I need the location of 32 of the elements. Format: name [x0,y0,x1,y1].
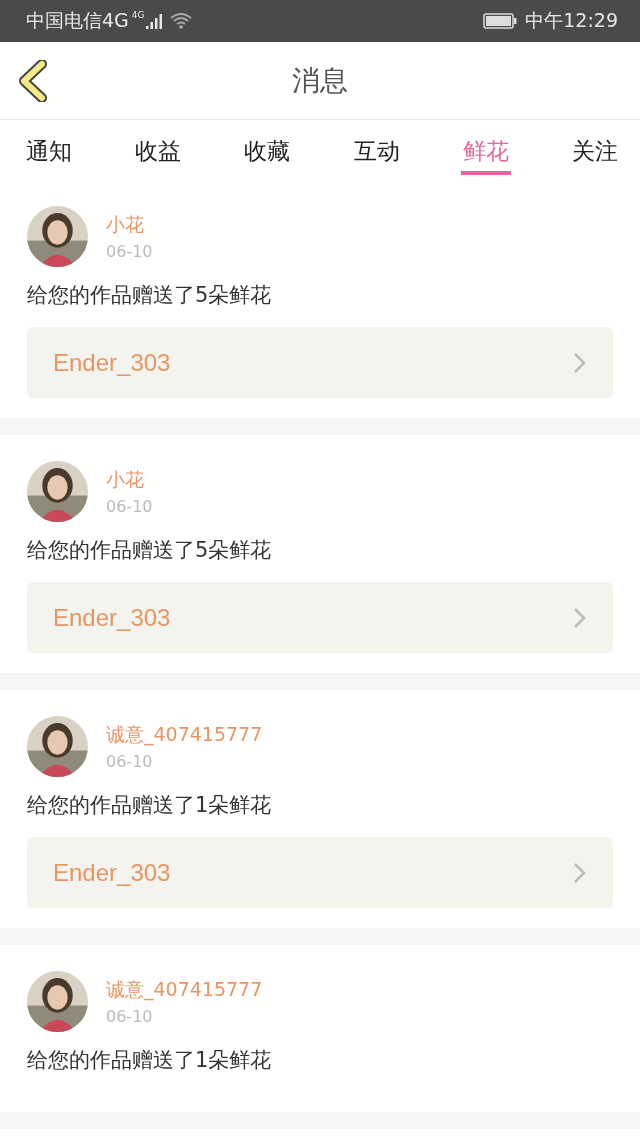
message-text: 给您的作品赠送了1朵鲜花 [27,1047,273,1074]
page-title: 消息 [292,62,348,99]
clock-time: 中午12:29 [525,8,618,33]
message-text: 给您的作品赠送了1朵鲜花 [27,792,273,819]
message-date: 06-10 [106,242,153,261]
chevron-icon [573,351,587,374]
tab[interactable]: 收藏 [242,120,293,175]
message-text: 给您的作品赠送了5朵鲜花 [27,282,273,309]
message-date: 06-10 [106,752,154,771]
sender-name[interactable]: 小花 [106,467,153,493]
message-text: 给您的作品赠送了5朵鲜花 [27,537,273,564]
tab[interactable]: 收益 [133,120,184,175]
work-link[interactable]: Ender_303 [27,582,613,653]
carrier-name: 中国电信4G [26,8,129,33]
network-type: 4G [131,10,145,20]
chevron-icon [573,861,587,884]
sender-name[interactable]: 诚意_407415777 [106,977,263,1003]
wifi-icon [169,12,192,30]
sender-name[interactable]: 小花 [106,212,153,238]
message-date: 06-10 [106,497,153,516]
tab[interactable]: 关注 [569,120,620,175]
signal-icon [145,13,162,29]
tab[interactable]: 互动 [351,120,402,175]
chevron-icon [573,606,587,629]
tab[interactable]: 鲜花 [460,120,511,175]
work-link[interactable]: Ender_303 [27,837,613,908]
work-link[interactable]: Ender_303 [27,327,613,398]
message-date: 06-10 [106,1007,154,1026]
battery-icon [483,13,518,29]
back-button[interactable] [16,60,50,102]
tab[interactable]: 通知 [24,120,74,175]
sender-name[interactable]: 诚意_407415777 [106,722,263,748]
